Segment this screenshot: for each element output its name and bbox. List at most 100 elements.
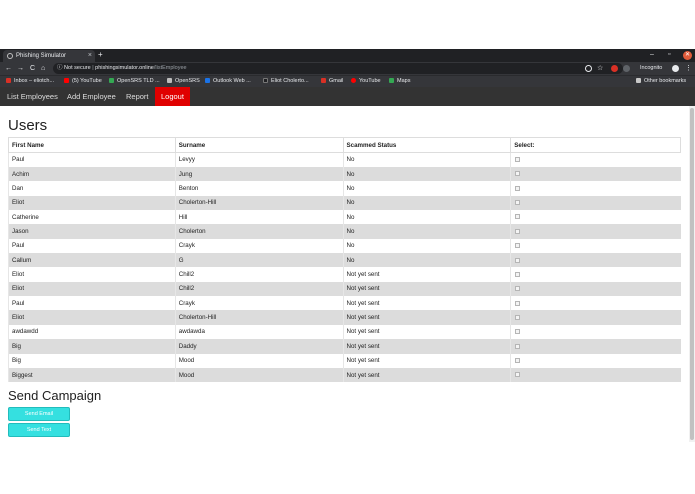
table-row: Big Mood Not yet sent	[8, 353, 681, 368]
scammed-status-cell: Not yet sent	[342, 339, 511, 354]
new-tab-button[interactable]: +	[98, 49, 103, 61]
select-checkbox[interactable]	[515, 300, 521, 306]
tab-phishing-simulator[interactable]: Phishing Simulator ×	[3, 50, 95, 62]
select-cell	[510, 152, 681, 167]
reload-icon[interactable]: C	[30, 62, 35, 75]
star-icon[interactable]: ☆	[597, 62, 603, 75]
users-table: First Name Surname Scammed Status Select…	[8, 137, 681, 383]
first-name-cell: Dan	[8, 181, 176, 196]
info-icon[interactable]: ⓘ	[57, 65, 63, 71]
url-path: /listEmployee	[153, 65, 187, 71]
restore-icon[interactable]: ▫	[668, 49, 670, 61]
table-header-row: First Name Surname Scammed Status Select…	[8, 137, 681, 153]
select-checkbox[interactable]	[515, 343, 521, 349]
select-checkbox[interactable]	[515, 372, 521, 378]
scammed-status-cell: No	[342, 224, 511, 239]
select-checkbox[interactable]	[515, 286, 521, 292]
first-name-cell: Achim	[8, 166, 176, 182]
table-row: Eliot Cholerton-Hill Not yet sent	[8, 310, 681, 325]
bookmark-label: Outlook Web ...	[213, 78, 251, 84]
scammed-status-cell: Not yet sent	[342, 281, 511, 297]
first-name-cell: Callum	[8, 253, 176, 268]
select-cell	[510, 195, 681, 210]
bookmark-label: Eliot Cholerto...	[271, 78, 309, 84]
extension-icon[interactable]	[611, 65, 618, 72]
tab-title: Phishing Simulator	[16, 53, 67, 59]
scammed-status-cell: Not yet sent	[342, 310, 511, 325]
scammed-status-cell: Not yet sent	[342, 353, 511, 368]
select-checkbox[interactable]	[515, 243, 521, 249]
url-bar[interactable]: ⓘ Not secure | phishingsimulator.online/…	[53, 63, 623, 74]
first-name-cell: Catherine	[8, 209, 176, 225]
select-cell	[510, 253, 681, 268]
bookmark-item[interactable]: OpenSRS	[167, 76, 200, 87]
search-icon[interactable]	[585, 65, 592, 72]
first-name-cell: Big	[8, 353, 176, 368]
scammed-status-cell: No	[342, 209, 511, 225]
table-row: Biggest Mood Not yet sent	[8, 367, 681, 383]
nav-report[interactable]: Report	[126, 87, 149, 106]
surname-cell: Crayk	[174, 238, 343, 254]
surname-cell: Mood	[174, 353, 343, 368]
home-icon[interactable]: ⌂	[41, 62, 45, 75]
bookmark-label: Gmail	[329, 78, 344, 84]
select-checkbox[interactable]	[515, 329, 521, 335]
scammed-status-cell: No	[342, 181, 511, 196]
table-row: Achim Jung No	[8, 166, 681, 182]
scrollbar-thumb[interactable]	[690, 108, 694, 440]
extension-icon-2[interactable]	[623, 65, 630, 72]
other-bookmarks[interactable]: Other bookmarks	[636, 76, 686, 87]
menu-icon[interactable]: ⋮	[685, 62, 692, 75]
first-name-cell: Eliot	[8, 310, 176, 325]
scammed-status-cell: No	[342, 195, 511, 210]
bookmark-item[interactable]: Gmail	[321, 76, 343, 87]
select-cell	[510, 367, 681, 383]
incognito-icon[interactable]	[672, 65, 679, 72]
bookmark-item[interactable]: OpenSRS TLD ...	[109, 76, 160, 87]
bookmark-item[interactable]: Maps	[389, 76, 410, 87]
back-icon[interactable]: ←	[5, 62, 12, 75]
bookmark-item[interactable]: YouTube	[351, 76, 381, 87]
bookmark-item[interactable]: Inbox – eliotch...	[6, 76, 54, 87]
scammed-status-cell: No	[342, 152, 511, 167]
scammed-status-cell: Not yet sent	[342, 296, 511, 311]
bookmark-item[interactable]: Outlook Web ...	[205, 76, 251, 87]
select-checkbox[interactable]	[515, 257, 521, 263]
first-name-cell: Biggest	[8, 367, 176, 383]
scammed-status-cell: No	[342, 166, 511, 182]
nav-list-employees[interactable]: List Employees	[7, 87, 58, 106]
select-checkbox[interactable]	[515, 171, 521, 177]
select-checkbox[interactable]	[515, 228, 521, 234]
table-row: awdawdd awdawda Not yet sent	[8, 324, 681, 340]
forward-icon[interactable]: →	[17, 62, 24, 75]
select-checkbox[interactable]	[515, 200, 521, 206]
select-checkbox[interactable]	[515, 271, 521, 277]
scammed-status-cell: Not yet sent	[342, 367, 511, 383]
users-table-body: Paul Levyy No Achim Jung No Dan Benton No Eliot Ch…	[8, 152, 681, 383]
minimize-icon[interactable]: –	[650, 49, 654, 61]
gmail-icon	[321, 77, 326, 83]
select-checkbox[interactable]	[515, 358, 521, 364]
select-checkbox[interactable]	[515, 185, 521, 191]
select-checkbox[interactable]	[515, 157, 521, 163]
nav-add-employee[interactable]: Add Employee	[67, 87, 116, 106]
table-row: Eliot Chill2 Not yet sent	[8, 267, 681, 282]
select-checkbox[interactable]	[515, 214, 521, 220]
select-cell	[510, 224, 681, 239]
table-row: Dan Benton No	[8, 181, 681, 196]
send-email-button[interactable]: Send Email	[8, 407, 70, 421]
bookmark-item[interactable]: Eliot Cholerto...	[263, 76, 309, 87]
send-text-button[interactable]: Send Text	[8, 423, 70, 437]
globe-icon	[7, 53, 13, 59]
logout-button[interactable]: Logout	[155, 87, 190, 106]
tab-close-icon[interactable]: ×	[88, 50, 92, 62]
browser-chrome: Phishing Simulator × + – ▫ ✕ ← → C ⌂ ⓘ N…	[0, 49, 695, 87]
table-row: Paul Crayk Not yet sent	[8, 296, 681, 311]
first-name-cell: Paul	[8, 238, 176, 254]
select-checkbox[interactable]	[515, 314, 521, 320]
bookmark-item[interactable]: (5) YouTube	[64, 76, 102, 87]
window-close-icon[interactable]: ✕	[683, 51, 692, 60]
bookmark-label: Inbox – eliotch...	[14, 78, 55, 84]
first-name-cell: Eliot	[8, 267, 176, 282]
youtube-icon	[351, 77, 356, 83]
